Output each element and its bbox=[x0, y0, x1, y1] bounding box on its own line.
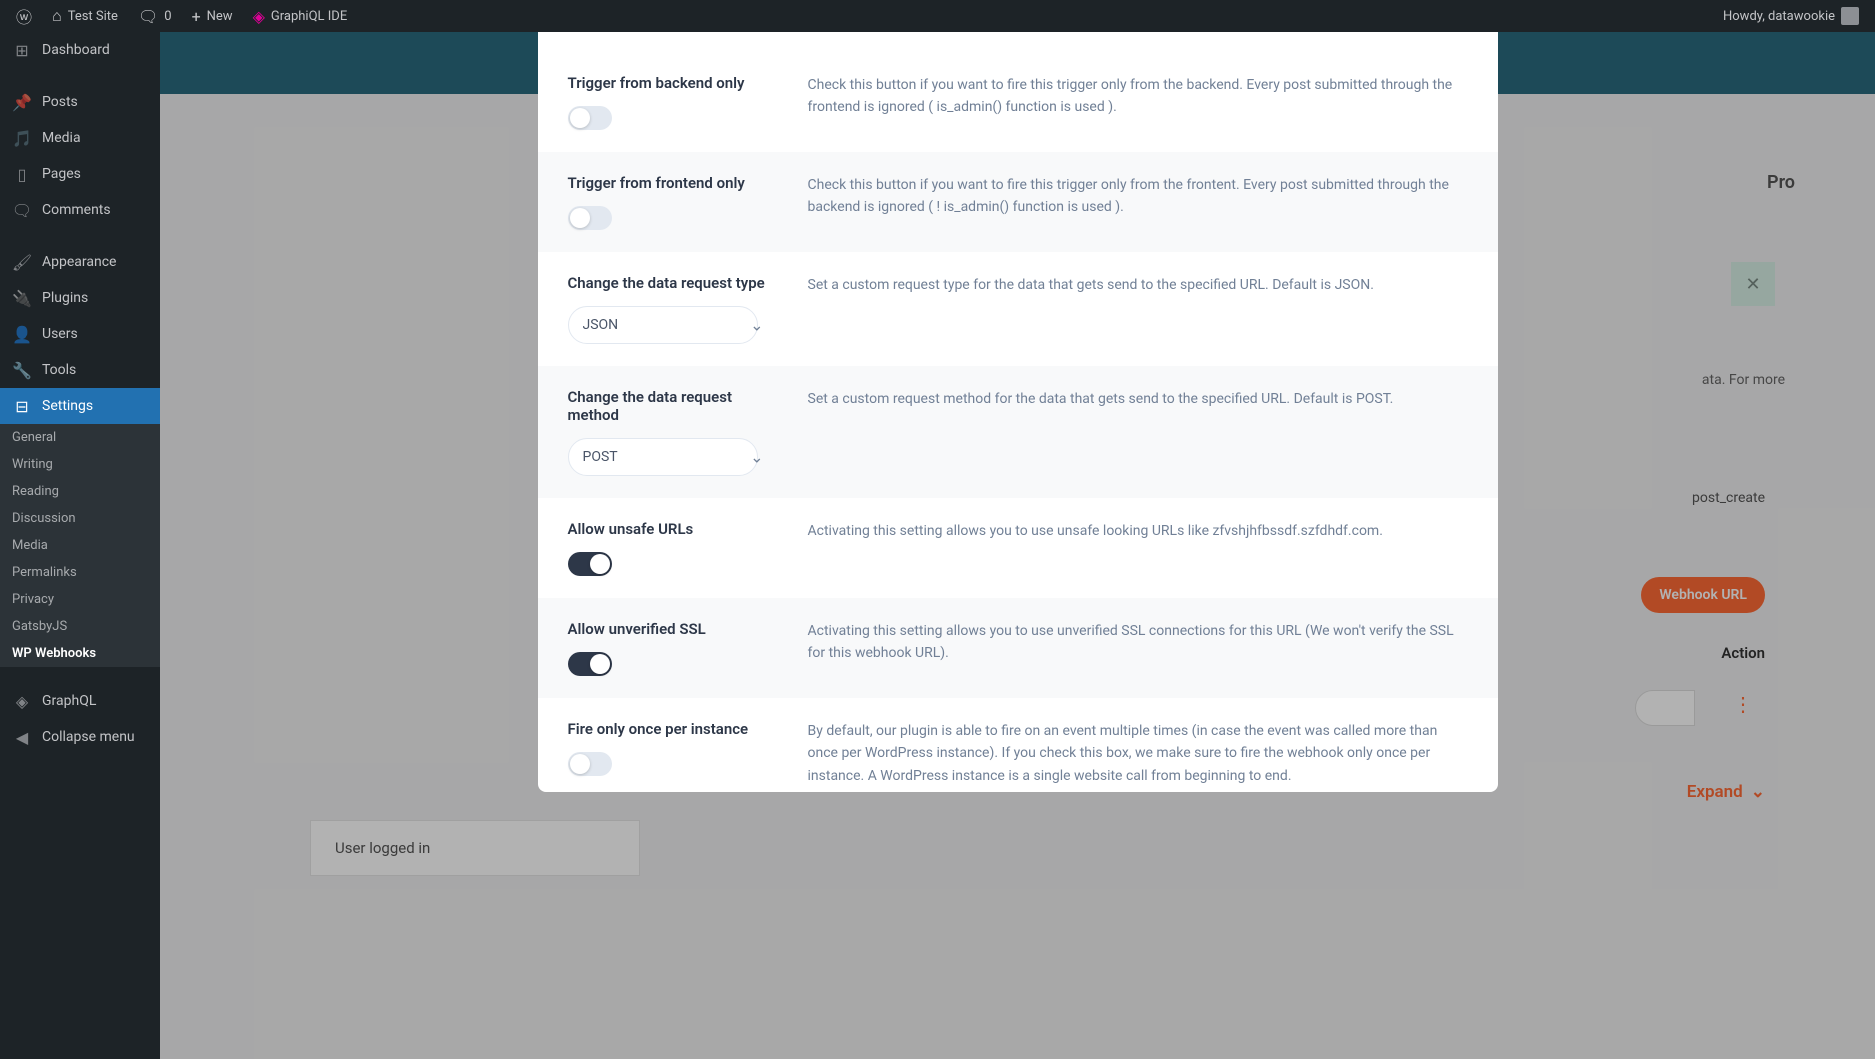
sidebar-item-settings[interactable]: ⊟ Settings bbox=[0, 388, 160, 424]
sliders-icon: ⊟ bbox=[12, 396, 32, 416]
submenu-discussion[interactable]: Discussion bbox=[0, 505, 160, 532]
submenu-media[interactable]: Media bbox=[0, 532, 160, 559]
pin-icon: 📌 bbox=[12, 92, 32, 112]
setting-label: Fire only once per instance bbox=[568, 720, 778, 738]
sidebar-label: Appearance bbox=[42, 254, 116, 270]
sidebar-item-media[interactable]: 🎵 Media bbox=[0, 120, 160, 156]
sidebar-label: Comments bbox=[42, 202, 111, 218]
setting-description: Activating this setting allows you to us… bbox=[808, 620, 1468, 676]
sidebar-label: Settings bbox=[42, 398, 93, 414]
setting-toggle[interactable] bbox=[568, 652, 612, 676]
sidebar-item-pages[interactable]: ▯ Pages bbox=[0, 156, 160, 192]
sidebar-item-users[interactable]: 👤 Users bbox=[0, 316, 160, 352]
user-icon: 👤 bbox=[12, 324, 32, 344]
sidebar-label: Dashboard bbox=[42, 42, 110, 58]
sidebar-label: Tools bbox=[42, 362, 76, 378]
wordpress-icon: ⓦ bbox=[16, 4, 32, 28]
sidebar-label: GraphQL bbox=[42, 693, 96, 709]
user-menu[interactable]: Howdy, datawookie bbox=[1715, 0, 1867, 32]
plug-icon: 🔌 bbox=[12, 288, 32, 308]
setting-description: Activating this setting allows you to us… bbox=[808, 520, 1468, 576]
setting-toggle[interactable] bbox=[568, 752, 612, 776]
submenu-general[interactable]: General bbox=[0, 424, 160, 451]
setting-label: Trigger from frontend only bbox=[568, 174, 778, 192]
sidebar-label: Media bbox=[42, 130, 81, 146]
submenu-webhooks[interactable]: WP Webhooks bbox=[0, 640, 160, 667]
sidebar-item-dashboard[interactable]: ⊞ Dashboard bbox=[0, 32, 160, 68]
setting-label: Change the data request type bbox=[568, 274, 778, 292]
submenu-privacy[interactable]: Privacy bbox=[0, 586, 160, 613]
site-link[interactable]: ⌂ Test Site bbox=[44, 0, 126, 32]
setting-toggle[interactable] bbox=[568, 206, 612, 230]
home-icon: ⌂ bbox=[52, 6, 62, 26]
page-icon: ▯ bbox=[12, 164, 32, 184]
submenu-writing[interactable]: Writing bbox=[0, 451, 160, 478]
sidebar-item-collapse[interactable]: ◀ Collapse menu bbox=[0, 719, 160, 755]
setting-row: Trigger from frontend only Check this but… bbox=[538, 152, 1498, 252]
setting-row: Fire only once per instance By default, o… bbox=[538, 698, 1498, 792]
setting-label: Trigger from backend only bbox=[568, 74, 778, 92]
brush-icon: 🖌 bbox=[12, 252, 32, 272]
comments-count: 0 bbox=[164, 9, 171, 24]
setting-label: Change the data request method bbox=[568, 388, 778, 424]
sidebar-item-graphql[interactable]: ◈ GraphQL bbox=[0, 683, 160, 719]
setting-row: Allow unsafe URLs Activating this setting… bbox=[538, 498, 1498, 598]
new-link[interactable]: + New bbox=[184, 0, 241, 32]
setting-toggle[interactable] bbox=[568, 106, 612, 130]
graphiql-label: GraphiQL IDE bbox=[271, 9, 347, 24]
media-icon: 🎵 bbox=[12, 128, 32, 148]
submenu-reading[interactable]: Reading bbox=[0, 478, 160, 505]
graphql-icon: ◈ bbox=[12, 691, 32, 711]
comment-icon: 🗨 bbox=[12, 200, 32, 220]
howdy-text: Howdy, datawookie bbox=[1723, 9, 1835, 24]
avatar bbox=[1841, 7, 1859, 25]
setting-description: Check this button if you want to fire th… bbox=[808, 74, 1468, 130]
settings-submenu: General Writing Reading Discussion Media… bbox=[0, 424, 160, 667]
submenu-gatsby[interactable]: GatsbyJS bbox=[0, 613, 160, 640]
setting-description: Set a custom request type for the data t… bbox=[808, 274, 1468, 344]
graphiql-link[interactable]: ◈ GraphiQL IDE bbox=[245, 0, 356, 32]
graphql-icon: ◈ bbox=[253, 7, 265, 26]
comments-link[interactable]: 🗨0 bbox=[130, 0, 180, 32]
setting-row: Trigger from backend only Check this butt… bbox=[538, 52, 1498, 152]
dashboard-icon: ⊞ bbox=[12, 40, 32, 60]
setting-label: Allow unsafe URLs bbox=[568, 520, 778, 538]
setting-row: Allow unverified SSL Activating this sett… bbox=[538, 598, 1498, 698]
setting-select[interactable]: JSON bbox=[568, 306, 758, 344]
sidebar-item-appearance[interactable]: 🖌 Appearance bbox=[0, 244, 160, 280]
admin-bar: ⓦ ⌂Test Site 🗨0 +New ◈GraphiQL IDE Howdy… bbox=[0, 0, 1875, 32]
sidebar-item-tools[interactable]: 🔧 Tools bbox=[0, 352, 160, 388]
sidebar-item-plugins[interactable]: 🔌 Plugins bbox=[0, 280, 160, 316]
sidebar-item-comments[interactable]: 🗨 Comments bbox=[0, 192, 160, 228]
setting-row: Change the data request methodPOST⌄Set a… bbox=[538, 366, 1498, 498]
comment-icon: 🗨 bbox=[138, 7, 158, 26]
site-name: Test Site bbox=[68, 9, 118, 24]
chevron-left-icon: ◀ bbox=[12, 727, 32, 747]
sidebar-label: Collapse menu bbox=[42, 729, 135, 745]
plus-icon: + bbox=[192, 7, 201, 26]
wrench-icon: 🔧 bbox=[12, 360, 32, 380]
setting-description: Check this button if you want to fire th… bbox=[808, 174, 1468, 230]
setting-row: Change the data request typeJSON⌄Set a c… bbox=[538, 252, 1498, 366]
wp-logo[interactable]: ⓦ bbox=[8, 0, 40, 32]
new-label: New bbox=[207, 9, 233, 24]
settings-modal: Trigger from backend only Check this butt… bbox=[538, 32, 1498, 792]
setting-description: By default, our plugin is able to fire o… bbox=[808, 720, 1468, 787]
sidebar-label: Users bbox=[42, 326, 78, 342]
modal-overlay[interactable]: Trigger from backend only Check this butt… bbox=[160, 32, 1875, 1059]
submenu-permalinks[interactable]: Permalinks bbox=[0, 559, 160, 586]
setting-description: Set a custom request method for the data… bbox=[808, 388, 1468, 476]
sidebar-label: Plugins bbox=[42, 290, 88, 306]
sidebar-label: Pages bbox=[42, 166, 81, 182]
setting-toggle[interactable] bbox=[568, 552, 612, 576]
setting-select[interactable]: POST bbox=[568, 438, 758, 476]
setting-label: Allow unverified SSL bbox=[568, 620, 778, 638]
sidebar-item-posts[interactable]: 📌 Posts bbox=[0, 84, 160, 120]
sidebar-label: Posts bbox=[42, 94, 78, 110]
admin-sidebar: ⊞ Dashboard 📌 Posts 🎵 Media ▯ Pages 🗨 Comment… bbox=[0, 32, 160, 1059]
